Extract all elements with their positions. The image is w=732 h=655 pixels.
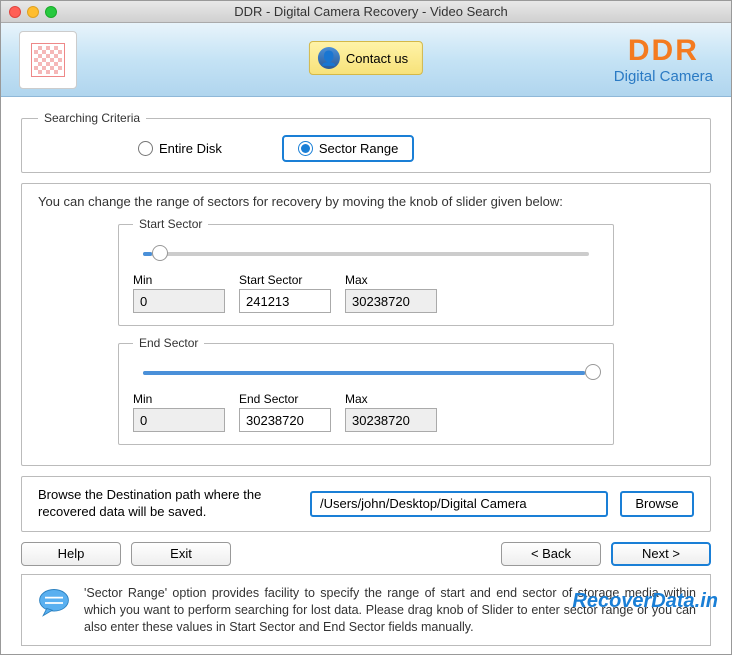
start-min-field: [133, 289, 225, 313]
sector-range-label: Sector Range: [319, 141, 399, 156]
help-button[interactable]: Help: [21, 542, 121, 566]
sector-range-radio[interactable]: [298, 141, 313, 156]
brand-title: DDR: [614, 34, 713, 68]
browse-button[interactable]: Browse: [620, 491, 694, 517]
header-bar: 👤 Contact us DDR Digital Camera: [1, 23, 731, 97]
range-info-text: You can change the range of sectors for …: [38, 194, 694, 209]
start-sector-fieldset: Start Sector Min Start Sector: [118, 217, 614, 326]
start-max-field: [345, 289, 437, 313]
start-max-label: Max: [345, 273, 437, 287]
start-sector-field[interactable]: [239, 289, 331, 313]
start-legend: Start Sector: [133, 217, 208, 231]
start-sector-slider[interactable]: [143, 243, 589, 263]
person-icon: 👤: [318, 47, 340, 69]
app-logo: [19, 31, 77, 89]
app-window: DDR - Digital Camera Recovery - Video Se…: [0, 0, 732, 655]
end-min-field: [133, 408, 225, 432]
logo-icon: [31, 43, 65, 77]
start-slider-knob[interactable]: [152, 245, 168, 261]
titlebar: DDR - Digital Camera Recovery - Video Se…: [1, 1, 731, 23]
destination-path-field[interactable]: [310, 491, 608, 517]
sector-range-option[interactable]: Sector Range: [282, 135, 415, 162]
back-button[interactable]: < Back: [501, 542, 601, 566]
window-title: DDR - Digital Camera Recovery - Video Se…: [19, 4, 723, 19]
destination-label: Browse the Destination path where the re…: [38, 487, 298, 521]
sector-range-fieldset: You can change the range of sectors for …: [21, 183, 711, 466]
contact-label: Contact us: [346, 51, 408, 66]
end-min-label: Min: [133, 392, 225, 406]
destination-fieldset: Browse the Destination path where the re…: [21, 476, 711, 532]
start-sector-label: Start Sector: [239, 273, 331, 287]
end-max-field: [345, 408, 437, 432]
entire-disk-option[interactable]: Entire Disk: [138, 141, 222, 156]
end-legend: End Sector: [133, 336, 204, 350]
end-sector-slider[interactable]: [143, 362, 589, 382]
end-sector-fieldset: End Sector Min End Sector: [118, 336, 614, 445]
start-min-label: Min: [133, 273, 225, 287]
content-area: Searching Criteria Entire Disk Sector Ra…: [1, 97, 731, 654]
entire-disk-label: Entire Disk: [159, 141, 222, 156]
end-sector-label: End Sector: [239, 392, 331, 406]
watermark-text: RecoverData.in: [572, 590, 718, 613]
next-button[interactable]: Next >: [611, 542, 711, 566]
brand-block: DDR Digital Camera: [614, 34, 713, 85]
end-sector-field[interactable]: [239, 408, 331, 432]
end-max-label: Max: [345, 392, 437, 406]
speech-bubble-icon: [36, 585, 72, 621]
brand-subtitle: Digital Camera: [614, 68, 713, 85]
button-row: Help Exit < Back Next >: [21, 542, 711, 566]
criteria-legend: Searching Criteria: [38, 111, 146, 125]
entire-disk-radio[interactable]: [138, 141, 153, 156]
exit-button[interactable]: Exit: [131, 542, 231, 566]
end-slider-knob[interactable]: [585, 364, 601, 380]
searching-criteria-fieldset: Searching Criteria Entire Disk Sector Ra…: [21, 111, 711, 173]
contact-us-button[interactable]: 👤 Contact us: [309, 41, 423, 75]
